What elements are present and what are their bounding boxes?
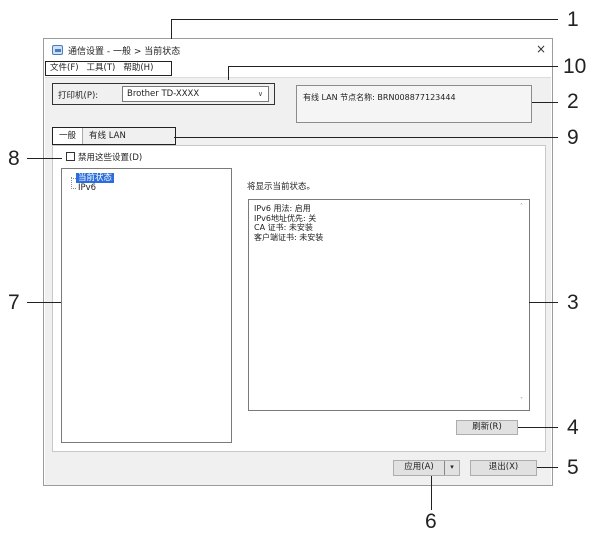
node-name-box: 有线 LAN 节点名称: BRN008877123444	[296, 85, 532, 123]
settings-tree: 当前状态 IPv6	[61, 168, 232, 443]
callout-6-leader	[431, 476, 432, 510]
tree-item-ipv6[interactable]: IPv6	[76, 183, 98, 193]
callout-9-leader	[174, 137, 558, 138]
callout-number: 4	[567, 416, 579, 439]
apply-button-label: 应用(A)	[394, 461, 445, 475]
printer-dropdown[interactable]: Brother TD-XXXX ∨	[122, 86, 269, 102]
disable-settings-label: 禁用这些设置(D)	[78, 153, 143, 163]
printer-label: 打印机(P):	[58, 91, 99, 101]
callout-number: 10	[563, 55, 587, 78]
window-title: 通信设置 - 一般 > 当前状态	[68, 47, 181, 57]
callout-4-leader	[518, 427, 558, 428]
callout-7-leader	[27, 302, 61, 303]
tree-item-current-status[interactable]: 当前状态	[76, 173, 115, 183]
tab-wired-lan[interactable]: 有线 LAN	[83, 128, 132, 144]
menu-callout-outline	[45, 61, 172, 76]
scroll-down-icon[interactable]: ˅	[520, 397, 523, 404]
disable-settings-checkbox[interactable]	[66, 152, 75, 161]
callout-number: 8	[8, 147, 20, 170]
callout-1-leader	[171, 19, 172, 39]
callout-number: 1	[567, 8, 579, 31]
callout-number: 5	[567, 456, 579, 479]
callout-number: 3	[567, 291, 579, 314]
status-line: IPv6 用法: 启用	[254, 204, 311, 213]
callout-2-leader	[532, 102, 558, 103]
callout-3-leader	[529, 302, 558, 303]
chevron-down-icon: ∨	[257, 90, 263, 98]
status-line: CA 证书: 未安装	[254, 223, 313, 232]
status-heading: 将显示当前状态。	[247, 182, 316, 192]
tab-bar: 一般 有线 LAN	[52, 127, 176, 145]
status-line: 客户端证书: 未安装	[254, 232, 324, 242]
callout-number: 6	[425, 510, 437, 533]
callout-5-leader	[537, 467, 558, 468]
refresh-button[interactable]: 刷新(R)	[456, 420, 518, 435]
settings-window: 通信设置 - 一般 > 当前状态 × 文件(F) 工具(T) 帮助(H) 打印机…	[43, 38, 553, 486]
node-name-text: 有线 LAN 节点名称: BRN008877123444	[303, 93, 456, 102]
apply-dropdown-icon[interactable]: ▾	[445, 461, 459, 475]
scroll-up-icon[interactable]: ˄	[520, 203, 523, 210]
status-text-area[interactable]: IPv6 用法: 启用 IPv6地址优先: 关 CA 证书: 未安装 客户端证书…	[248, 199, 530, 411]
callout-1-leader	[171, 19, 558, 20]
app-icon	[52, 45, 63, 55]
callout-number: 2	[567, 90, 579, 113]
callout-10-leader	[228, 66, 229, 80]
printer-selector: 打印机(P): Brother TD-XXXX ∨	[52, 83, 275, 105]
title-bar: 通信设置 - 一般 > 当前状态 ×	[44, 39, 552, 61]
exit-button[interactable]: 退出(X)	[470, 460, 537, 476]
tab-general[interactable]: 一般	[53, 128, 84, 144]
printer-value: Brother TD-XXXX	[127, 89, 200, 99]
status-line: IPv6地址优先: 关	[254, 213, 317, 223]
callout-10-leader	[228, 66, 558, 67]
status-lines: IPv6 用法: 启用 IPv6地址优先: 关 CA 证书: 未安装 客户端证书…	[254, 204, 323, 242]
callout-number: 7	[8, 291, 20, 314]
callout-8-leader	[27, 158, 62, 159]
apply-button[interactable]: 应用(A) ▾	[393, 460, 460, 476]
close-icon[interactable]: ×	[536, 42, 546, 56]
callout-number: 9	[567, 126, 579, 149]
